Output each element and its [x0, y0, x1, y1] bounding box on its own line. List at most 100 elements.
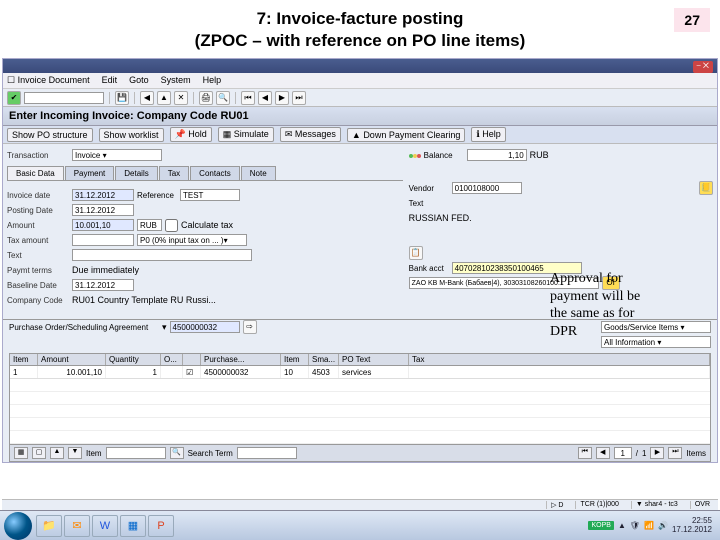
currency-field[interactable]: RUB [137, 219, 162, 231]
vendor-text-label: Text [409, 199, 449, 208]
col-check[interactable] [183, 354, 201, 365]
tab-note[interactable]: Note [241, 166, 276, 180]
po-ref-field[interactable]: 4500000032 [170, 321, 240, 333]
show-po-button[interactable]: Show PO structure [7, 128, 93, 142]
tray-flag-icon[interactable]: ▲ [618, 521, 626, 530]
last-page-icon[interactable]: ⏭ [292, 91, 306, 105]
start-button[interactable] [4, 512, 32, 540]
status-ovr: OVR [690, 501, 714, 509]
tab-payment[interactable]: Payment [65, 166, 115, 180]
tray-shield-icon[interactable]: 🛡 [630, 521, 640, 530]
last-item-icon[interactable]: ⏭ [668, 447, 682, 459]
vendor-details-icon[interactable]: 📋 [409, 246, 423, 260]
vendor-field[interactable]: 0100108000 [452, 182, 522, 194]
prev-item-icon[interactable]: ◀ [596, 447, 610, 459]
posting-date-field[interactable]: 31.12.2012 [72, 204, 134, 216]
col-purchase[interactable]: Purchase... [201, 354, 281, 365]
table-row[interactable]: 1 10.001,10 1 ☑ 4500000032 10 4503 servi… [10, 366, 710, 379]
sort-desc-icon[interactable]: ▼ [68, 447, 82, 459]
deselect-all-icon[interactable]: ▢ [32, 447, 46, 459]
transaction-dropdown[interactable]: Invoice ▾ [72, 149, 162, 161]
balance-currency: RUB [530, 150, 549, 160]
taskbar-sap-icon[interactable]: ▦ [120, 515, 146, 537]
balance-value: 1,10 [467, 149, 527, 161]
invoice-date-field[interactable]: 31.12.2012 [72, 189, 134, 201]
cancel-icon[interactable]: ✕ [174, 91, 188, 105]
company-code-value: RU01 Country Template RU Russi... [72, 295, 216, 305]
tax-amount-field[interactable] [72, 234, 134, 246]
menu-invoice-document[interactable]: ☐ Invoice Document [7, 75, 90, 86]
amount-label: Amount [7, 221, 69, 230]
grid-find-icon[interactable]: 🔍 [170, 447, 184, 459]
taskbar-word-icon[interactable]: W [92, 515, 118, 537]
reference-field[interactable]: TEST [180, 189, 240, 201]
clock-date[interactable]: 17.12.2012 [672, 526, 712, 535]
tab-strip: Basic Data Payment Details Tax Contacts … [7, 166, 403, 181]
po-more-icon[interactable]: ⇨ [243, 320, 257, 334]
messages-button[interactable]: ✉ Messages [280, 127, 341, 142]
bank-acct-label: Bank acct [409, 264, 449, 273]
col-po-item[interactable]: Item [281, 354, 309, 365]
find-icon[interactable]: 🔍 [216, 91, 230, 105]
amount-field[interactable]: 10.001,10 [72, 219, 134, 231]
save-icon[interactable]: 💾 [115, 91, 129, 105]
sap-status-bar: ▷ D TCR (1)|000 ▼ shar4 - tc3 OVR [2, 499, 718, 510]
col-order[interactable]: O... [161, 354, 183, 365]
print-icon[interactable]: 🖨 [199, 91, 213, 105]
prev-page-icon[interactable]: ◀ [258, 91, 272, 105]
baseline-date-field[interactable]: 31.12.2012 [72, 279, 134, 291]
slide-title: 7: Invoice-facture posting (ZPOC – with … [0, 8, 720, 52]
menu-help[interactable]: Help [203, 75, 222, 86]
exit-icon[interactable]: ▲ [157, 91, 171, 105]
simulate-button[interactable]: ▦ Simulate [218, 127, 274, 142]
enter-icon[interactable]: ✔ [7, 91, 21, 105]
col-item[interactable]: Item [10, 354, 38, 365]
tray-network-icon[interactable]: 📶 [644, 521, 654, 530]
vendor-country: RUSSIAN FED. [409, 213, 472, 223]
window-close-icon[interactable]: ⎯ ✕ [693, 61, 713, 73]
col-amount[interactable]: Amount [38, 354, 106, 365]
tab-tax[interactable]: Tax [159, 166, 189, 180]
next-item-icon[interactable]: ▶ [650, 447, 664, 459]
language-indicator[interactable]: KOPB [588, 521, 613, 530]
help-button[interactable]: ℹ Help [471, 127, 505, 142]
col-po-text[interactable]: PO Text [339, 354, 409, 365]
calculate-tax-checkbox[interactable] [165, 219, 178, 232]
tray-volume-icon[interactable]: 🔊 [658, 521, 668, 530]
sort-asc-icon[interactable]: ▲ [50, 447, 64, 459]
menu-goto[interactable]: Goto [129, 75, 149, 86]
reference-label: Reference [137, 191, 177, 200]
first-item-icon[interactable]: ⏮ [578, 447, 592, 459]
tab-contacts[interactable]: Contacts [190, 166, 240, 180]
taskbar-outlook-icon[interactable]: ✉ [64, 515, 90, 537]
grid-position-field[interactable] [106, 447, 166, 459]
show-worklist-button[interactable]: Show worklist [99, 128, 164, 142]
col-tax[interactable]: Tax [409, 354, 710, 365]
first-page-icon[interactable]: ⏮ [241, 91, 255, 105]
col-quantity[interactable]: Quantity [106, 354, 161, 365]
company-code-label: Company Code [7, 296, 69, 305]
menu-system[interactable]: System [161, 75, 191, 86]
grid-item-label: Item [86, 449, 102, 458]
col-sma[interactable]: Sma... [309, 354, 339, 365]
search-term-field[interactable] [237, 447, 297, 459]
down-payment-button[interactable]: ▲ Down Payment Clearing [347, 128, 465, 142]
select-all-icon[interactable]: ▦ [14, 447, 28, 459]
pager-current[interactable]: 1 [614, 447, 632, 459]
header-text-field[interactable] [72, 249, 252, 261]
menu-edit[interactable]: Edit [102, 75, 118, 86]
vendor-address-icon[interactable]: 📒 [699, 181, 713, 195]
annotation-text: Approval for payment will be the same as… [550, 270, 650, 340]
transaction-label: Transaction [7, 151, 69, 160]
hold-button[interactable]: 📌 Hold [170, 127, 212, 142]
tax-code-dropdown[interactable]: P0 (0% input tax on ... )▾ [137, 234, 247, 246]
tab-details[interactable]: Details [115, 166, 157, 180]
back-icon[interactable]: ◀ [140, 91, 154, 105]
page-number: 27 [674, 8, 710, 32]
taskbar-explorer-icon[interactable]: 📁 [36, 515, 62, 537]
tab-basic-data[interactable]: Basic Data [7, 166, 64, 180]
command-field[interactable] [24, 92, 104, 104]
next-page-icon[interactable]: ▶ [275, 91, 289, 105]
taskbar-powerpoint-icon[interactable]: P [148, 515, 174, 537]
screen-title: Enter Incoming Invoice: Company Code RU0… [3, 107, 717, 126]
